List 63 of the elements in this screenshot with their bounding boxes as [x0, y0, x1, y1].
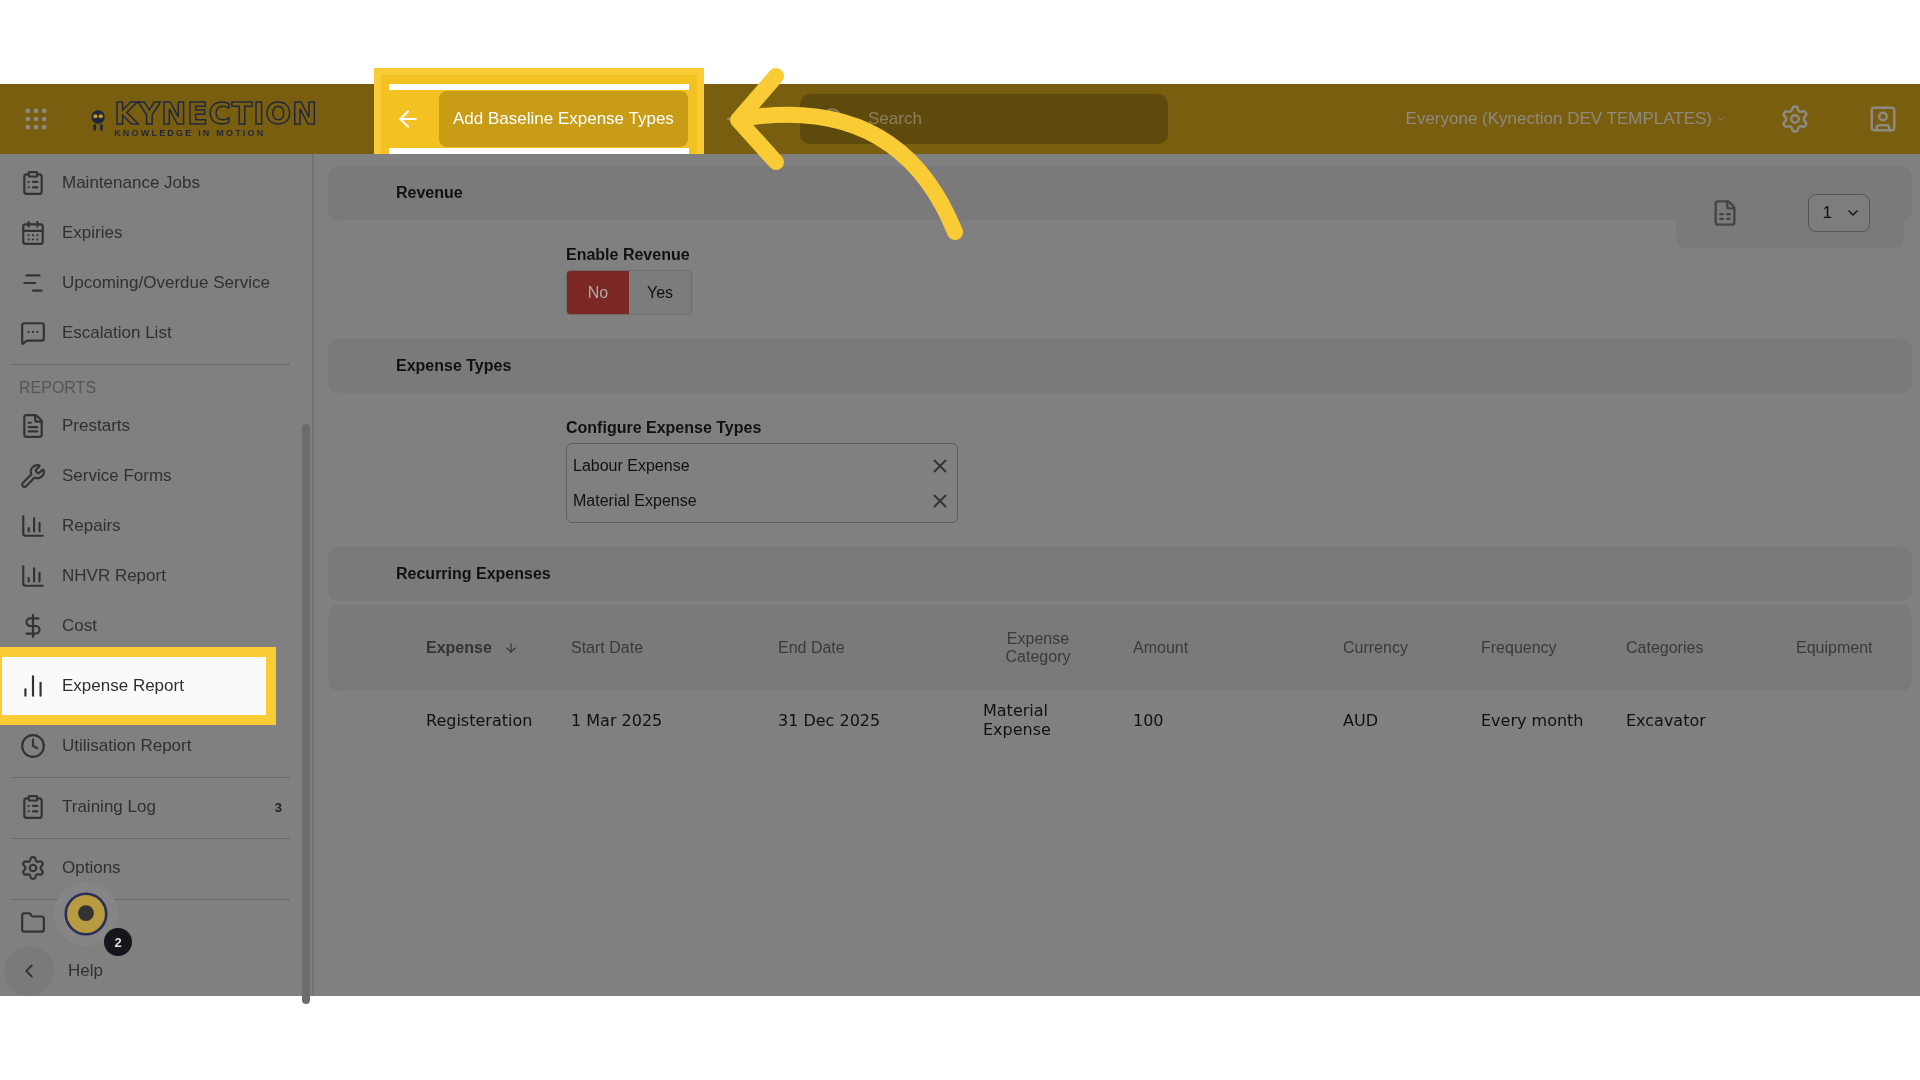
- sidebar-item[interactable]: Maintenance Jobs: [12, 158, 290, 208]
- multi-select-field[interactable]: Labour Expense Material Expense: [566, 443, 958, 523]
- table-cell-text: Excavator: [1626, 710, 1707, 730]
- search-input[interactable]: Search: [866, 108, 1126, 130]
- table-cell-text: 100: [1133, 710, 1165, 730]
- clipboard-icon: [20, 170, 46, 196]
- table-cell-text: Material Expense: [983, 701, 1052, 739]
- folder-icon[interactable]: [20, 910, 46, 936]
- add-baseline-button[interactable]: Add Baseline Expense Types: [439, 91, 688, 147]
- clock-icon: [20, 733, 46, 759]
- table-cell-text: 31 Dec 2025: [778, 710, 882, 730]
- column-header[interactable]: Categories: [1626, 639, 1704, 657]
- chart-icon: [20, 563, 46, 589]
- settings-icon[interactable]: [1780, 104, 1810, 134]
- sidebar-item[interactable]: Cost: [12, 601, 290, 651]
- help-link[interactable]: Help: [68, 961, 103, 981]
- column-header[interactable]: Currency: [1343, 639, 1408, 657]
- page-select[interactable]: 1: [1807, 194, 1870, 232]
- sidebar-item[interactable]: Training Log 3: [12, 782, 290, 832]
- organisation-dropdown[interactable]: Everyone (Kynection DEV TEMPLATES): [1399, 108, 1732, 130]
- table-cell-text: AUD: [1343, 710, 1379, 730]
- table-cell-text: Registeration: [426, 710, 534, 730]
- field-label: Configure Expense Types: [566, 419, 763, 437]
- sidebar-item[interactable]: Upcoming/Overdue Service: [12, 258, 290, 308]
- tag-label: Material Expense: [573, 491, 697, 510]
- sidebar-item[interactable]: NHVR Report: [12, 551, 290, 601]
- wrench-icon: [20, 463, 46, 489]
- clipboard-icon: [20, 794, 46, 820]
- tag-label: Labour Expense: [573, 456, 690, 475]
- toggle-option[interactable]: No: [567, 271, 629, 314]
- column-header[interactable]: Equipment: [1796, 639, 1873, 657]
- toggle-option[interactable]: Yes: [629, 271, 691, 314]
- chart-icon: [20, 513, 46, 539]
- document-icon: [20, 413, 46, 439]
- sidebar-item[interactable]: Prestarts: [12, 401, 290, 451]
- column-header[interactable]: Expense Category: [983, 630, 1093, 666]
- logo-name: KYNECTION: [114, 100, 318, 128]
- column-header[interactable]: Frequency: [1481, 639, 1557, 657]
- column-header[interactable]: End Date: [778, 639, 845, 657]
- section-header: Recurring Expenses: [328, 547, 1912, 601]
- column-header[interactable]: Start Date: [571, 639, 644, 657]
- sidebar-item[interactable]: Options: [12, 843, 290, 893]
- calendar-icon: [20, 220, 46, 246]
- logo-tagline: KNOWLEDGE IN MOTION: [114, 128, 267, 138]
- robot-avatar-icon: [64, 892, 108, 936]
- sidebar-item[interactable]: Service Forms: [12, 451, 290, 501]
- count-label: 3: [274, 799, 282, 815]
- settings-icon: [20, 855, 46, 881]
- column-header[interactable]: Expense: [426, 639, 492, 657]
- section-header: Expense Types: [328, 339, 1912, 393]
- scrollbar[interactable]: [302, 424, 310, 1004]
- sidebar-item[interactable]: Repairs: [12, 501, 290, 551]
- table-cell-text: Every month: [1481, 710, 1585, 730]
- caret-icon: [1716, 114, 1726, 124]
- sidebar-item[interactable]: Expiries: [12, 208, 290, 258]
- sidebar-item[interactable]: Escalation List: [12, 308, 290, 358]
- user-icon[interactable]: [1868, 104, 1898, 134]
- field-label: Enable Revenue: [566, 246, 691, 264]
- sidebar-item[interactable]: Utilisation Report: [12, 721, 290, 771]
- column-header[interactable]: Amount: [1133, 639, 1189, 657]
- notification-badge: 2: [104, 928, 132, 956]
- table-cell-text: 1 Mar 2025: [571, 710, 664, 730]
- speech-bubble-icon: [20, 320, 46, 346]
